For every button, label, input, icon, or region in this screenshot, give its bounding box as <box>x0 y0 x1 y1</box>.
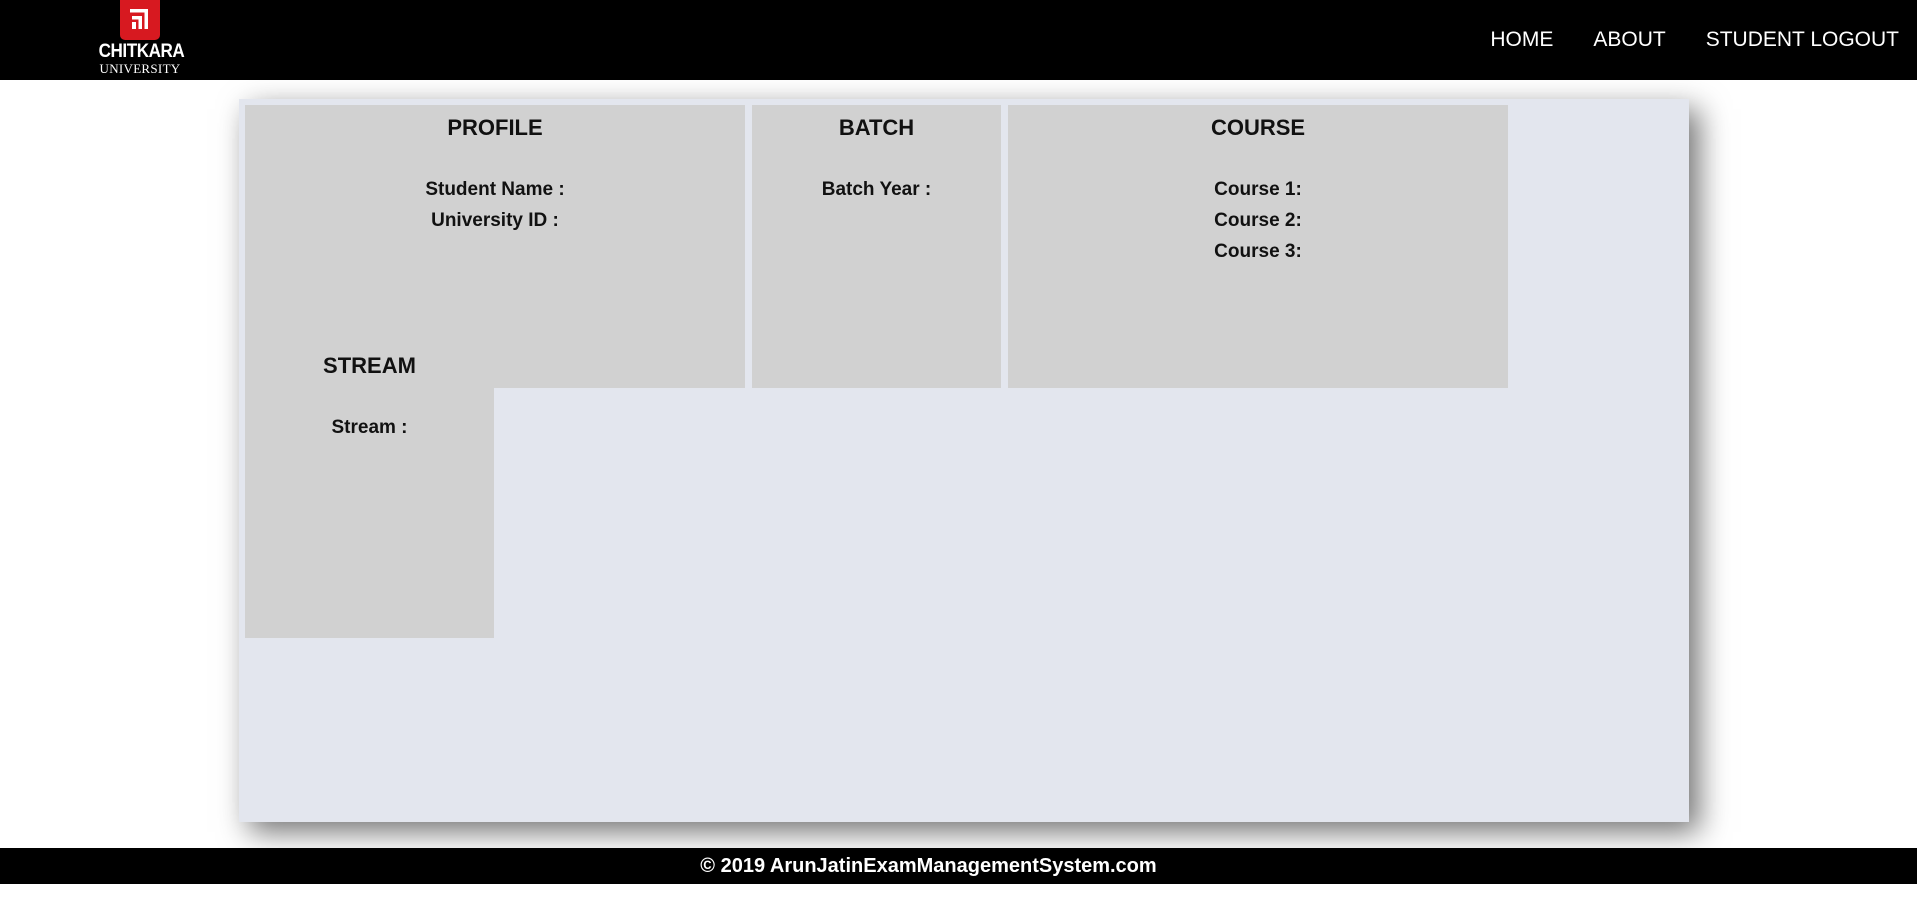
profile-card-fields: Student Name : University ID : <box>245 174 745 236</box>
university-logo[interactable]: CHITKARA UNIVERSITY <box>94 0 186 78</box>
student-name-label: Student Name : <box>425 179 565 200</box>
course-card-fields: Course 1: Course 2: Course 3: <box>1008 174 1508 267</box>
batch-card: BATCH Batch Year : <box>752 105 1001 388</box>
student-dashboard-panel: PROFILE Student Name : University ID : B… <box>239 99 1689 822</box>
stream-card-fields: Stream : <box>245 412 494 443</box>
course-card: COURSE Course 1: Course 2: Course 3: <box>1008 105 1508 388</box>
batch-card-title: BATCH <box>838 115 915 140</box>
logo-subtitle: UNIVERSITY <box>99 61 181 76</box>
chitkara-logo-icon <box>120 0 160 40</box>
profile-card: PROFILE Student Name : University ID : <box>245 105 745 388</box>
profile-card-title: PROFILE <box>447 115 543 140</box>
stream-label: Stream : <box>331 417 408 438</box>
batch-year-label: Batch Year : <box>821 179 932 200</box>
main-nav: HOME ABOUT STUDENT LOGOUT <box>1450 0 1899 80</box>
stream-card: STREAM Stream : <box>245 353 494 638</box>
course-3-label: Course 3: <box>1214 241 1302 262</box>
nav-home-link[interactable]: HOME <box>1490 28 1553 52</box>
copyright-text: © 2019 ArunJatinExamManagementSystem.com <box>700 854 1157 877</box>
course-card-title: COURSE <box>1210 115 1306 140</box>
university-id-label: University ID : <box>431 210 559 231</box>
nav-about-link[interactable]: ABOUT <box>1593 28 1665 52</box>
page-footer: © 2019 ArunJatinExamManagementSystem.com <box>0 848 1917 884</box>
stream-card-title: STREAM <box>323 353 416 378</box>
top-navbar: CHITKARA UNIVERSITY HOME ABOUT STUDENT L… <box>0 0 1917 80</box>
nav-student-logout-link[interactable]: STUDENT LOGOUT <box>1706 28 1899 52</box>
course-2-label: Course 2: <box>1214 210 1302 231</box>
batch-card-fields: Batch Year : <box>752 174 1001 205</box>
logo-wordmark: CHITKARA <box>98 41 185 62</box>
course-1-label: Course 1: <box>1214 179 1302 200</box>
